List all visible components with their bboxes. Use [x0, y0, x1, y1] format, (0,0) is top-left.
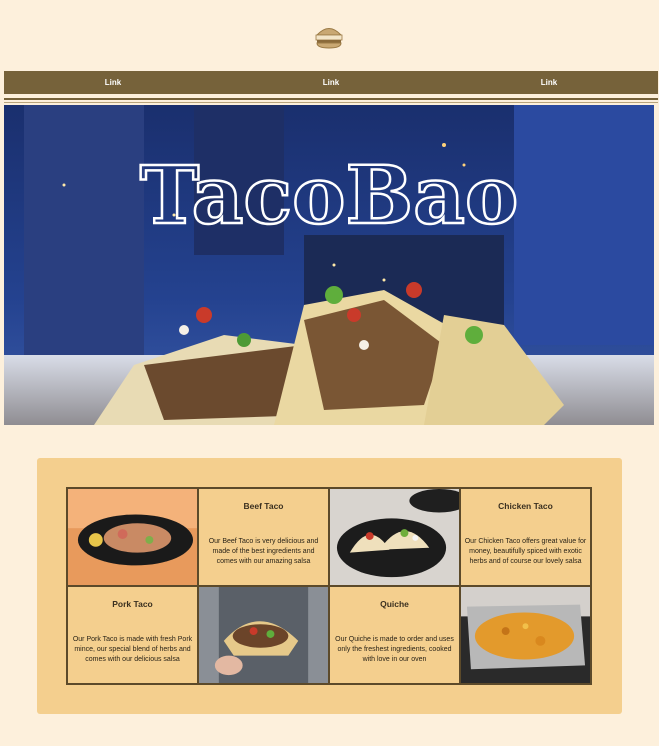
menu-item-description: Our Chicken Taco offers great value for …	[464, 538, 587, 565]
burger-logo-icon	[315, 28, 343, 49]
nav-link-1[interactable]: Link	[4, 71, 222, 94]
quiche-image	[460, 586, 591, 684]
hero-banner: TacoBao	[4, 105, 654, 425]
nav-link-3[interactable]: Link	[440, 71, 658, 94]
divider-line-thin	[4, 102, 658, 103]
hero-title: TacoBao	[140, 148, 519, 242]
menu-card-chicken-taco[interactable]: Chicken Taco Our Chicken Taco offers gre…	[460, 488, 591, 586]
main-nav: Link Link Link	[4, 71, 658, 94]
hero-image: TacoBao	[4, 105, 654, 425]
beef-taco-image	[67, 488, 198, 586]
menu-item-description: Our Quiche is made to order and uses onl…	[335, 636, 454, 663]
menu-grid: Beef Taco Our Beef Taco is very deliciou…	[66, 487, 592, 685]
menu-item-title: Chicken Taco	[498, 501, 553, 511]
menu-item-title: Beef Taco	[243, 501, 284, 511]
menu-card-beef-taco[interactable]: Beef Taco Our Beef Taco is very deliciou…	[198, 488, 329, 586]
menu-card-pork-taco[interactable]: Pork Taco Our Pork Taco is made with fre…	[67, 586, 198, 684]
menu-item-title: Pork Taco	[112, 599, 153, 609]
menu-item-description: Our Beef Taco is very delicious and made…	[208, 538, 319, 565]
site-logo[interactable]	[314, 24, 344, 50]
divider-line	[4, 98, 658, 100]
menu-item-description: Our Pork Taco is made with fresh Pork mi…	[72, 636, 193, 663]
menu-item-title: Quiche	[380, 599, 409, 609]
pork-taco-image	[198, 586, 329, 684]
menu-card-quiche[interactable]: Quiche Our Quiche is made to order and u…	[329, 586, 460, 684]
chicken-taco-image	[329, 488, 460, 586]
nav-link-2[interactable]: Link	[222, 71, 440, 94]
